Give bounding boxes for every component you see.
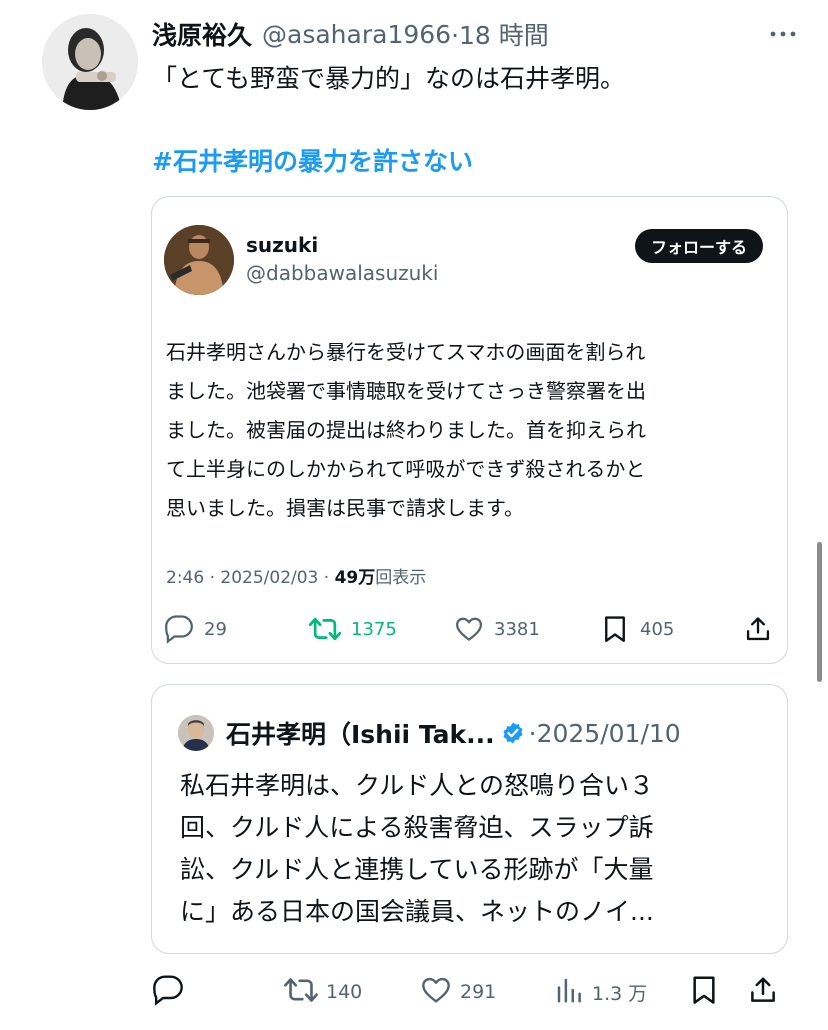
embedded-tweet-card[interactable]: suzuki @dabbawalasuzuki フォローする 石井孝明さんから暴… <box>151 196 788 664</box>
reply-button[interactable]: 29 <box>164 611 227 647</box>
more-icon[interactable] <box>766 22 800 46</box>
quoted-text-line: に」ある日本の国会議員、ネットのノイ... <box>180 897 654 926</box>
like-button[interactable]: 3381 <box>454 611 540 647</box>
quoted-tweet-card[interactable]: 石井孝明（Ishii Tak... ·2025/01/10 私石井孝明は、クルド… <box>151 684 788 954</box>
embedded-author-name[interactable]: suzuki <box>246 233 318 257</box>
embedded-views-label: 回表示 <box>375 568 427 588</box>
follow-button[interactable]: フォローする <box>634 229 763 263</box>
like-icon <box>454 614 484 644</box>
share-icon <box>748 974 778 1011</box>
tweet-action-bar: 140 291 1.3 万 <box>150 972 808 1012</box>
embedded-text-line: て上半身にのしかかられて呼吸ができず殺されるかと <box>166 457 646 481</box>
quoted-avatar[interactable] <box>178 715 214 751</box>
like-icon <box>420 974 452 1011</box>
tweet-share-button[interactable] <box>748 972 778 1012</box>
tweet-bookmark-button[interactable] <box>688 972 720 1012</box>
author-name[interactable]: 浅原裕久 <box>152 16 252 52</box>
embedded-text-line: ました。被害届の提出は終わりました。首を抑えられ <box>166 418 646 442</box>
tweet-retweet-button[interactable]: 140 <box>284 972 362 1012</box>
bookmark-icon <box>600 614 630 644</box>
verified-badge-icon <box>501 721 525 745</box>
tweet-like-button[interactable]: 291 <box>420 972 496 1012</box>
tweet-views-button[interactable]: 1.3 万 <box>554 972 647 1012</box>
quoted-author-name[interactable]: 石井孝明（Ishii Tak... <box>226 715 495 751</box>
embedded-meta: 2:46 · 2025/02/03 · 49万回表示 <box>166 563 426 588</box>
share-button[interactable] <box>744 611 772 647</box>
tweet-time[interactable]: ·18 時間 <box>451 16 549 52</box>
tweet-like-count: 291 <box>460 981 497 1003</box>
reply-icon <box>164 614 194 644</box>
retweet-icon <box>309 614 341 644</box>
hashtag-link[interactable]: #石井孝明の暴力を許さない <box>152 142 473 178</box>
tweet-text: 「とても野蛮で暴力的」なのは石井孝明。 <box>152 64 626 93</box>
quoted-text-line: 私石井孝明は、クルド人との怒鳴り合い３ <box>180 771 655 800</box>
share-icon <box>744 614 772 644</box>
bookmark-count: 405 <box>640 618 675 640</box>
embedded-text-line: ました。池袋署で事情聴取を受けてさっき警察署を出 <box>166 379 646 403</box>
embedded-tweet-text: 石井孝明さんから暴行を受けてスマホの画面を割られ ました。池袋署で事情聴取を受け… <box>166 333 766 528</box>
views-icon <box>554 975 584 1010</box>
embedded-text-line: 石井孝明さんから暴行を受けてスマホの画面を割られ <box>166 340 646 364</box>
tweet-views-count: 1.3 万 <box>592 982 648 1005</box>
embedded-views-count: 49万 <box>334 568 376 588</box>
quoted-text-line: 訟、クルド人と連携している形跡が「大量 <box>180 855 654 884</box>
tweet-retweet-count: 140 <box>326 981 363 1003</box>
scrollbar[interactable] <box>817 542 822 682</box>
reply-icon <box>152 974 184 1011</box>
author-avatar[interactable] <box>42 14 138 110</box>
quoted-tweet-text: 私石井孝明は、クルド人との怒鳴り合い３ 回、クルド人による殺害脅迫、スラップ訴 … <box>180 765 780 933</box>
embedded-avatar[interactable] <box>164 225 234 295</box>
quoted-text-line: 回、クルド人による殺害脅迫、スラップ訴 <box>180 813 654 842</box>
bookmark-icon <box>688 974 720 1011</box>
retweet-button[interactable]: 1375 <box>309 611 397 647</box>
reply-count: 29 <box>204 618 227 640</box>
author-handle[interactable]: @asahara1966 <box>262 20 451 49</box>
embedded-action-bar: 29 1375 3381 405 <box>164 611 773 647</box>
embedded-author-handle[interactable]: @dabbawalasuzuki <box>246 261 438 285</box>
retweet-count: 1375 <box>351 618 397 640</box>
tweet-reply-button[interactable] <box>152 972 184 1012</box>
bookmark-button[interactable]: 405 <box>600 611 674 647</box>
quoted-date[interactable]: ·2025/01/10 <box>529 719 681 748</box>
like-count: 3381 <box>494 618 540 640</box>
retweet-icon <box>284 974 318 1011</box>
embedded-text-line: 思いました。損害は民事で請求します。 <box>166 496 524 520</box>
embedded-timestamp[interactable]: 2:46 · 2025/02/03 · <box>166 568 335 588</box>
